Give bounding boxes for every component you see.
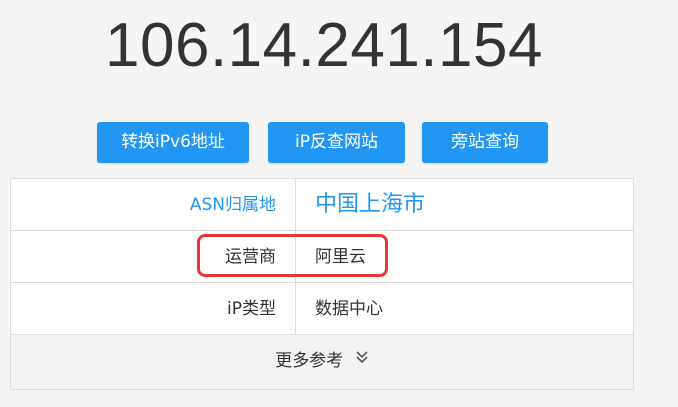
action-buttons: 转换iPv6地址 iP反查网站 旁站查询: [0, 122, 678, 163]
more-reference-button[interactable]: 更多参考: [11, 335, 633, 389]
more-reference-label: 更多参考: [275, 351, 344, 371]
ip-info-table: ASN归属地 中国上海市 运营商 阿里云 iP类型 数据中心 更多参考: [10, 178, 634, 390]
ip-type-label: iP类型: [11, 283, 296, 334]
side-site-query-button[interactable]: 旁站查询: [422, 122, 548, 163]
ip-reverse-lookup-button[interactable]: iP反查网站: [268, 122, 405, 163]
isp-row: 运营商 阿里云: [11, 231, 633, 283]
asn-location-row: ASN归属地 中国上海市: [11, 179, 633, 231]
convert-ipv6-button[interactable]: 转换iPv6地址: [97, 122, 249, 163]
isp-label: 运营商: [11, 231, 296, 282]
page: 106.14.241.154 转换iPv6地址 iP反查网站 旁站查询 ASN归…: [0, 0, 678, 407]
double-chevron-down-icon: [355, 333, 369, 385]
asn-location-value[interactable]: 中国上海市: [315, 179, 425, 230]
ip-address-title: 106.14.241.154: [105, 11, 543, 80]
ip-type-row: iP类型 数据中心: [11, 283, 633, 335]
asn-location-label: ASN归属地: [11, 179, 296, 230]
ip-type-value: 数据中心: [315, 299, 383, 319]
isp-value: 阿里云: [315, 247, 366, 267]
